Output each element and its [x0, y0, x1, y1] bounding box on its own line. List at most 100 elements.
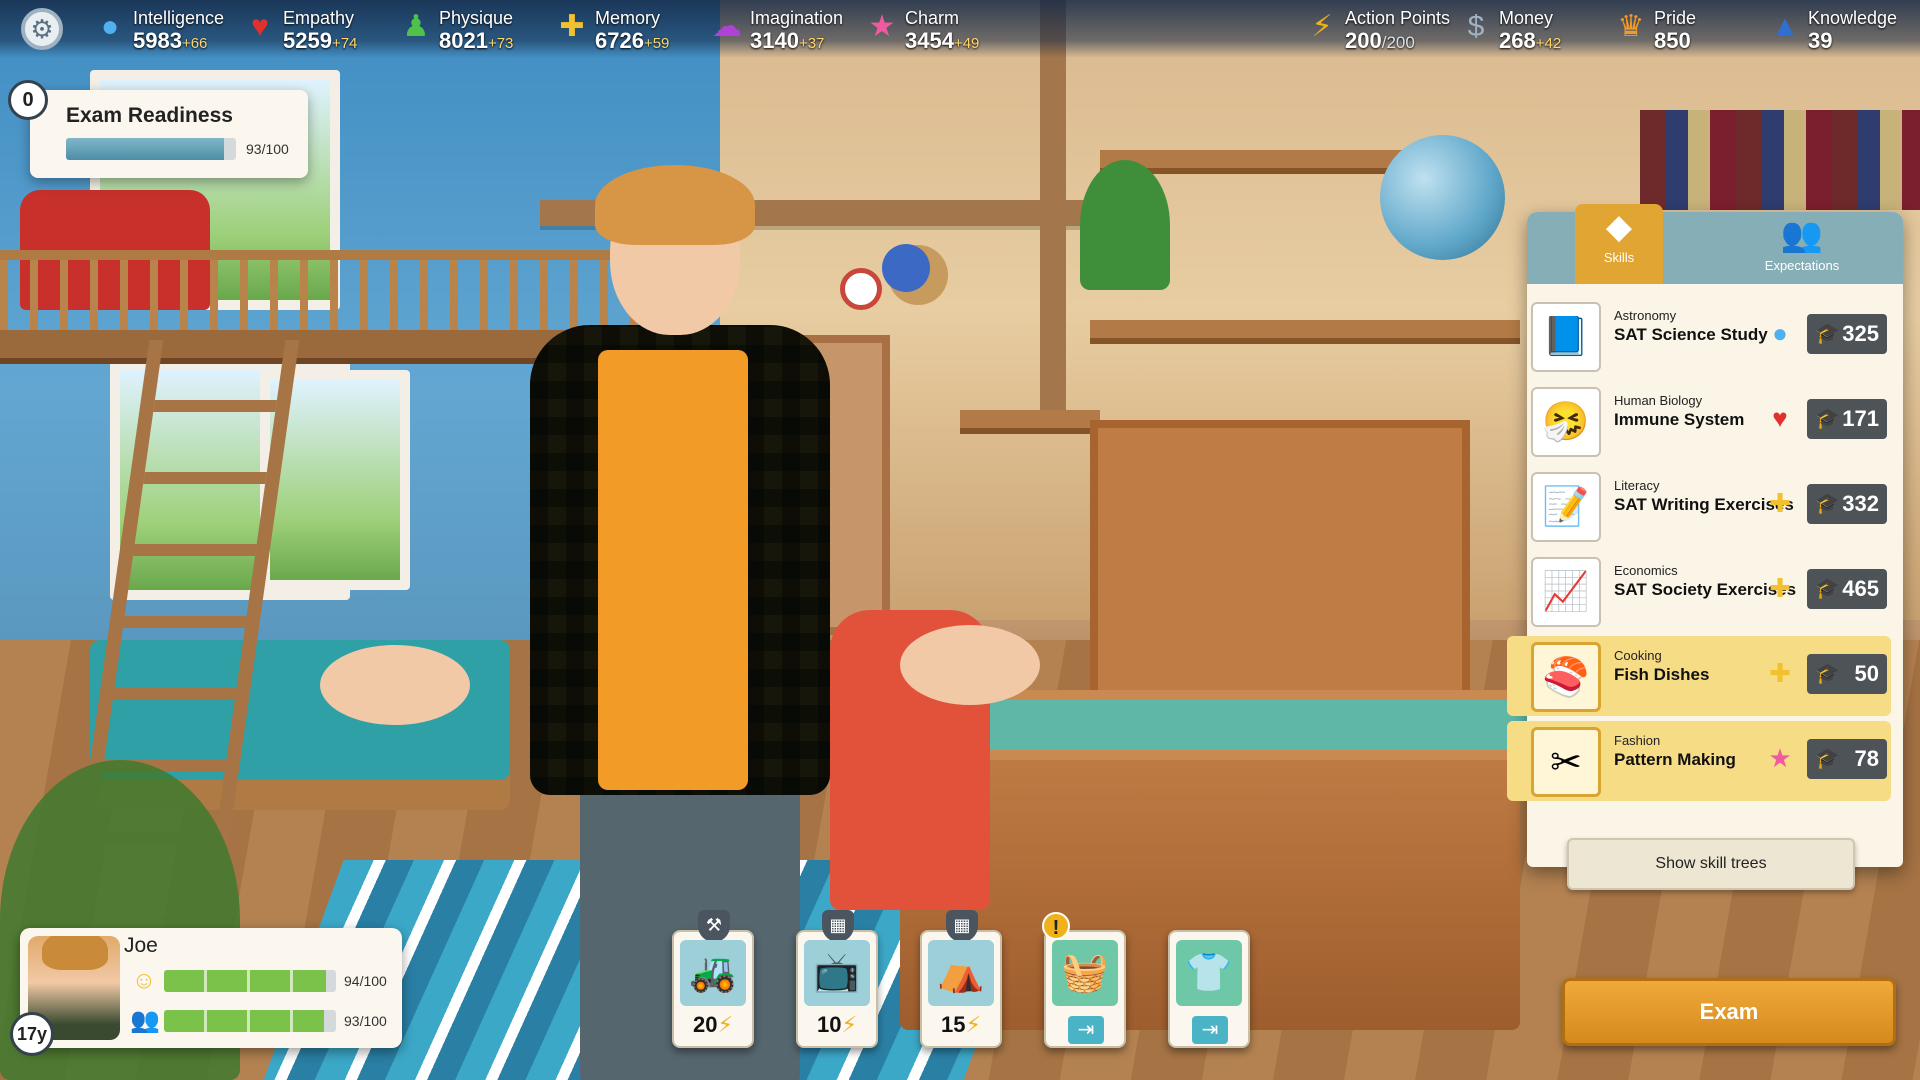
resource-label: Money	[1499, 8, 1554, 28]
action-card-shop[interactable]: ! 🧺 ⇥	[1042, 912, 1126, 1048]
skill-row-fashion[interactable]: ✂ Fashion Pattern Making ★ 🎓 78	[1507, 721, 1891, 801]
skill-row-cooking[interactable]: 🍣 Cooking Fish Dishes ✚ 🎓 50	[1507, 636, 1891, 716]
puzzle-icon: ✚	[1769, 658, 1791, 688]
graduation-cap-icon: ▲	[1770, 10, 1800, 43]
social-fill	[164, 1010, 324, 1032]
skill-row-astronomy[interactable]: 📘 Astronomy SAT Science Study ● 🎓 325	[1507, 296, 1891, 376]
action-cost-value: 20	[693, 1012, 718, 1037]
stat-number: 6726	[595, 28, 644, 53]
stat-increase: +59	[643, 35, 670, 52]
cloud-icon: ☁	[712, 10, 742, 43]
skill-xp-value: 171	[1842, 406, 1879, 431]
stat-increase: +74	[331, 35, 358, 52]
stat-increase: +66	[181, 35, 208, 52]
stat-number: 5259	[283, 28, 332, 53]
stat-value: 3140+37	[750, 28, 824, 54]
exam-button[interactable]: Exam	[1562, 978, 1896, 1046]
character-left-hand	[320, 645, 470, 725]
skill-category: Literacy	[1614, 478, 1660, 493]
show-skill-trees-button[interactable]: Show skill trees	[1567, 838, 1855, 890]
skill-row-literacy[interactable]: 📝 Literacy SAT Writing Exercises ✚ 🎓 332	[1507, 466, 1891, 546]
pattern-pieces-icon: ✂	[1531, 727, 1601, 797]
skill-xp-value: 78	[1854, 746, 1879, 771]
stat-label: Charm	[905, 8, 960, 28]
exam-readiness-value: 93/100	[246, 141, 289, 157]
shapes-icon: ◆	[1605, 208, 1633, 246]
skill-xp: 🎓 332	[1807, 484, 1887, 524]
resource-value: 39	[1808, 28, 1832, 54]
people-icon: 👥	[130, 1007, 160, 1034]
action-cost-value: 10	[817, 1012, 842, 1037]
social-value: 93/100	[344, 1013, 387, 1029]
chart-papers-icon: 📈	[1531, 557, 1601, 627]
resource-max: /200	[1381, 33, 1415, 52]
resource-label: Knowledge	[1808, 8, 1898, 28]
resource-label: Action Points	[1345, 8, 1451, 28]
top-stats-bar: ⚙ ● Intelligence 5983+66 ♥ Empathy 5259+…	[0, 0, 1920, 58]
happiness-bar	[164, 970, 336, 992]
resource-increase: +42	[1535, 35, 1562, 52]
character-right-hand	[900, 625, 1040, 705]
writing-papers-icon: 📝	[1531, 472, 1601, 542]
skill-row-human-biology[interactable]: 🤧 Human Biology Immune System ♥ 🎓 171	[1507, 381, 1891, 461]
happiness-fill	[164, 970, 326, 992]
tab-skills[interactable]: ◆ Skills	[1575, 204, 1663, 284]
action-cost: 10⚡	[798, 1012, 876, 1038]
crown-icon: ♛	[1617, 10, 1645, 43]
people-icon: 👥	[1780, 216, 1824, 254]
calendar-icon: ▦	[822, 910, 854, 942]
skill-xp-value: 325	[1842, 321, 1879, 346]
action-card-wardrobe[interactable]: 👕 ⇥	[1168, 930, 1250, 1048]
science-book-icon: 📘	[1531, 302, 1601, 372]
star-icon: ★	[1768, 743, 1792, 773]
character-card[interactable]: 17y Joe ☺ 94/100 👥 93/100	[10, 928, 402, 1056]
tab-expectations[interactable]: 👥 Expectations	[1727, 212, 1877, 284]
action-cost-value: 15	[941, 1012, 966, 1037]
action-card-watch-tv[interactable]: ▦ 📺 10⚡	[796, 910, 878, 1048]
graduation-cap-icon: 🎓	[1815, 663, 1840, 685]
settings-gear-icon[interactable]: ⚙	[21, 8, 63, 50]
stat-number: 5983	[133, 28, 182, 53]
exam-readiness-fill	[66, 138, 225, 160]
alert-icon: !	[1042, 912, 1070, 940]
puzzle-icon: ✚	[1769, 573, 1791, 603]
action-card-lawn-mowing[interactable]: ⚒ 🚜 20⚡	[672, 910, 754, 1048]
resource-number: 850	[1654, 28, 1691, 53]
graduation-cap-icon: 🎓	[1815, 493, 1840, 515]
lightbulb-icon: ●	[100, 10, 120, 43]
resource-label: Pride	[1654, 8, 1697, 28]
stat-value: 3454+49	[905, 28, 979, 54]
resource-number: 39	[1808, 28, 1833, 53]
stat-label: Physique	[439, 8, 514, 28]
tent-icon: ⛺	[928, 940, 994, 1006]
tab-label: Skills	[1603, 250, 1635, 265]
skill-xp: 🎓 325	[1807, 314, 1887, 354]
lightning-icon: ⚡	[841, 1012, 857, 1037]
post-beam	[1040, 0, 1066, 420]
stat-increase: +49	[953, 35, 980, 52]
heart-icon: ♥	[251, 10, 269, 43]
skill-name: Fish Dishes	[1614, 665, 1710, 684]
skill-row-economics[interactable]: 📈 Economics SAT Society Exercises ✚ 🎓 465	[1507, 551, 1891, 631]
stat-label: Intelligence	[133, 8, 225, 28]
tab-label: Expectations	[1764, 258, 1840, 273]
stat-label: Memory	[595, 8, 661, 28]
character-orange-tshirt	[598, 350, 748, 790]
social-bar	[164, 1010, 336, 1032]
stat-value: 6726+59	[595, 28, 669, 54]
heart-icon: ♥	[1772, 403, 1788, 433]
stat-value: 5259+74	[283, 28, 357, 54]
desk-hutch	[1090, 420, 1470, 700]
exam-readiness-panel[interactable]: 0 Exam Readiness 93/100	[8, 80, 308, 178]
tv-icon: 📺	[804, 940, 870, 1006]
coin-icon: $	[1467, 10, 1485, 43]
puzzle-icon: ✚	[559, 10, 585, 43]
graduation-cap-icon: 🎓	[1815, 578, 1840, 600]
enter-icon: ⇥	[1192, 1016, 1228, 1044]
action-cost: 15⚡	[922, 1012, 1000, 1038]
skills-panel-tabs: ◆ Skills 👥 Expectations	[1527, 204, 1903, 284]
resource-value: 200/200	[1345, 28, 1415, 54]
skill-name: Immune System	[1614, 410, 1745, 429]
action-card-camping[interactable]: ▦ ⛺ 15⚡	[920, 910, 1002, 1048]
resource-value: 268+42	[1499, 28, 1561, 54]
